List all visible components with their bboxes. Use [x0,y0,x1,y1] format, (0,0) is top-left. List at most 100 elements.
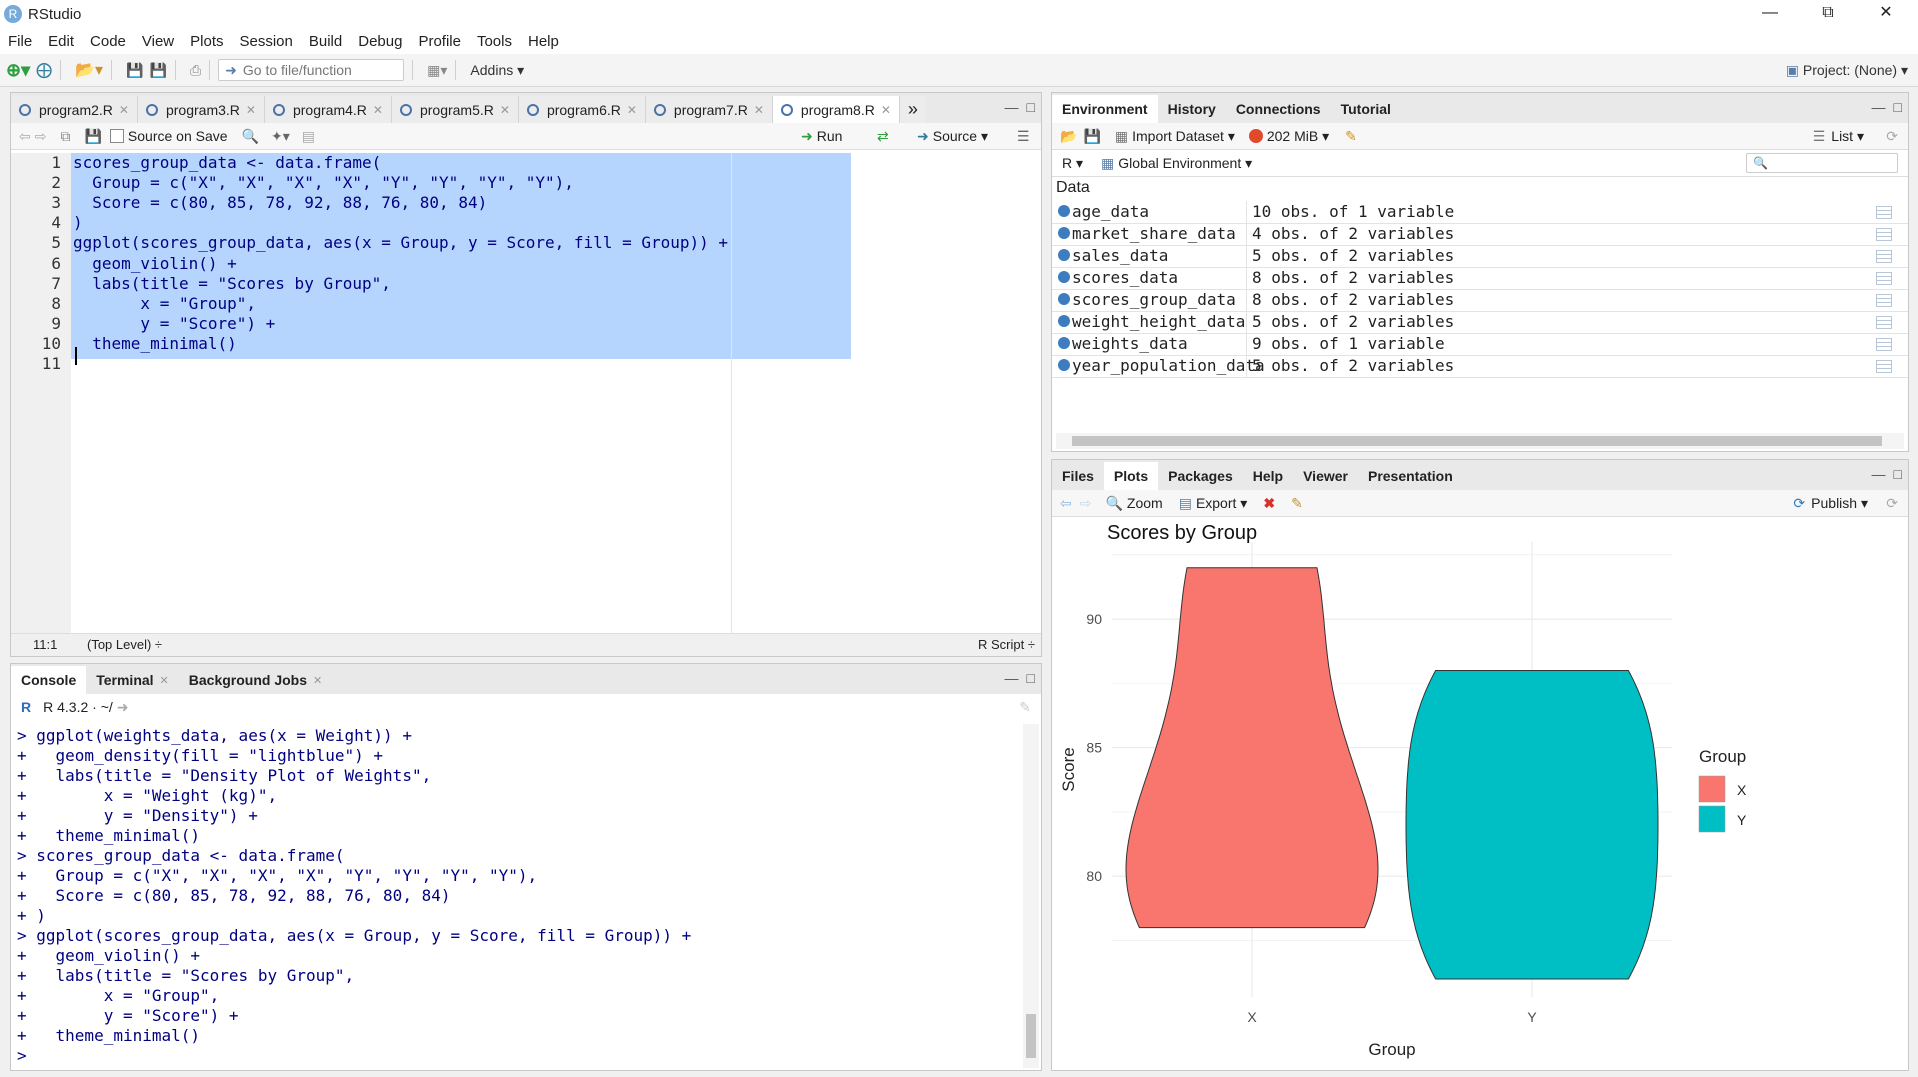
minimize-pane-icon[interactable]: — [1872,466,1886,482]
clear-plots-icon[interactable]: ✎ [1291,495,1303,512]
tab-packages[interactable]: Packages [1158,462,1243,490]
minimize-icon[interactable]: — [1742,0,1798,28]
env-row[interactable]: market_share_data 4 obs. of 2 variables [1052,223,1908,246]
pane-layout-icon[interactable]: ▦▾ [427,62,447,79]
clear-workspace-icon[interactable]: ✎ [1345,128,1357,145]
menu-plots[interactable]: Plots [182,33,231,50]
expand-icon[interactable] [1058,227,1070,239]
maximize-pane-icon[interactable]: □ [1894,466,1902,482]
env-row[interactable]: scores_group_data 8 obs. of 2 variables [1052,289,1908,312]
previous-plot-icon[interactable]: ⇦ [1060,495,1072,512]
close-tab-icon[interactable]: ✕ [500,103,510,117]
menu-tools[interactable]: Tools [469,33,520,50]
tab-history[interactable]: History [1158,95,1226,123]
env-row[interactable]: weights_data 9 obs. of 1 variable [1052,333,1908,356]
close-tab-icon[interactable]: ✕ [373,103,383,117]
view-table-icon[interactable] [1876,338,1892,351]
close-tab-icon[interactable]: ✕ [313,674,322,687]
publish-button[interactable]: ⟳ Publish ▾ [1793,495,1868,512]
expand-icon[interactable] [1058,271,1070,283]
close-tab-icon[interactable]: ✕ [160,674,169,687]
tab-files[interactable]: Files [1052,462,1104,490]
tab-program4[interactable]: program4.R ✕ [264,96,392,123]
menu-edit[interactable]: Edit [40,33,82,50]
view-table-icon[interactable] [1876,360,1892,373]
close-tab-icon[interactable]: ✕ [881,103,891,117]
project-menu[interactable]: ▣ Project: (None) ▾ [1786,62,1908,79]
tab-program8[interactable]: program8.R ✕ [772,96,900,123]
env-row[interactable]: year_population_data 5 obs. of 2 variable… [1052,355,1908,378]
tab-viewer[interactable]: Viewer [1293,462,1358,490]
zoom-button[interactable]: 🔍 Zoom [1105,495,1162,512]
tab-program2[interactable]: program2.R ✕ [11,96,138,123]
run-button[interactable]: ➜ Run [801,128,842,145]
addins-button[interactable]: Addins ▾ [470,62,524,79]
more-tabs-icon[interactable]: » [899,96,926,123]
file-type-selector[interactable]: R Script ÷ [978,637,1035,652]
source-on-save-checkbox[interactable]: Source on Save [109,128,228,144]
minimize-pane-icon[interactable]: — [1005,99,1019,115]
close-tab-icon[interactable]: ✕ [754,103,764,117]
tab-terminal[interactable]: Terminal ✕ [86,666,179,694]
close-icon[interactable]: ✕ [1858,0,1914,28]
source-button[interactable]: ➜ Source ▾ [917,128,988,145]
save-file-icon[interactable]: 💾 [84,128,101,145]
back-icon[interactable]: ⇦ [19,128,31,145]
expand-icon[interactable] [1058,337,1070,349]
restore-icon[interactable]: ⧉ [1800,0,1856,28]
view-table-icon[interactable] [1876,272,1892,285]
open-file-icon[interactable]: 📂▾ [75,60,103,80]
language-selector[interactable]: R ▾ [1062,155,1083,172]
env-row[interactable]: age_data 10 obs. of 1 variable [1052,201,1908,224]
new-file-icon[interactable]: ⊕▾ [6,60,30,81]
expand-icon[interactable] [1058,293,1070,305]
rerun-icon[interactable]: ⇄ [877,128,889,145]
tab-program5[interactable]: program5.R ✕ [391,96,519,123]
view-table-icon[interactable] [1876,316,1892,329]
menu-view[interactable]: View [134,33,182,50]
env-row[interactable]: sales_data 5 obs. of 2 variables [1052,245,1908,268]
goto-dir-icon[interactable]: ➜ [117,699,129,716]
next-plot-icon[interactable]: ⇨ [1080,495,1092,512]
search-icon[interactable]: 🔍 [242,128,259,145]
view-table-icon[interactable] [1876,228,1892,241]
tab-program7[interactable]: program7.R ✕ [645,96,773,123]
tab-environment[interactable]: Environment [1052,95,1158,123]
environment-search-input[interactable]: 🔍 [1746,153,1898,173]
env-row[interactable]: weight_height_data 5 obs. of 2 variables [1052,311,1908,334]
tab-tutorial[interactable]: Tutorial [1331,95,1401,123]
save-icon[interactable]: 💾 [126,62,143,79]
menu-debug[interactable]: Debug [350,33,410,50]
tab-program6[interactable]: program6.R ✕ [518,96,646,123]
view-mode-button[interactable]: ☰ List ▾ [1813,128,1864,145]
tab-program3[interactable]: program3.R ✕ [137,96,265,123]
import-dataset-button[interactable]: ▦ Import Dataset ▾ [1115,128,1235,145]
expand-icon[interactable] [1058,249,1070,261]
memory-usage-button[interactable]: 202 MiB ▾ [1248,128,1329,145]
tab-console[interactable]: Console [11,666,87,694]
tab-background-jobs[interactable]: Background Jobs ✕ [179,666,332,694]
menu-build[interactable]: Build [301,33,350,50]
env-row[interactable]: scores_data 8 obs. of 2 variables [1052,267,1908,290]
tab-plots[interactable]: Plots [1103,462,1159,490]
env-horizontal-scrollbar[interactable] [1056,433,1904,449]
menu-file[interactable]: File [0,33,40,50]
export-button[interactable]: ▤ Export ▾ [1179,495,1248,512]
scope-selector[interactable]: (Top Level) ÷ [87,637,162,652]
new-project-icon[interactable]: ⨁ [36,60,52,80]
maximize-pane-icon[interactable]: □ [1027,99,1035,115]
view-table-icon[interactable] [1876,294,1892,307]
close-tab-icon[interactable]: ✕ [627,103,637,117]
save-workspace-icon[interactable]: 💾 [1083,128,1100,145]
tab-connections[interactable]: Connections [1226,95,1331,123]
console-scrollbar[interactable] [1023,724,1039,1068]
show-in-window-icon[interactable]: ⧉ [60,128,70,145]
minimize-pane-icon[interactable]: — [1005,670,1019,686]
save-all-icon[interactable]: 💾 [150,62,167,79]
print-icon[interactable]: ⎙ [190,62,201,79]
minimize-pane-icon[interactable]: — [1872,99,1886,115]
clear-console-icon[interactable]: ✎ [1019,699,1031,716]
outline-icon[interactable]: ☰ [1017,128,1030,145]
forward-icon[interactable]: ⇨ [35,128,47,145]
remove-plot-icon[interactable]: ✖ [1263,495,1275,512]
